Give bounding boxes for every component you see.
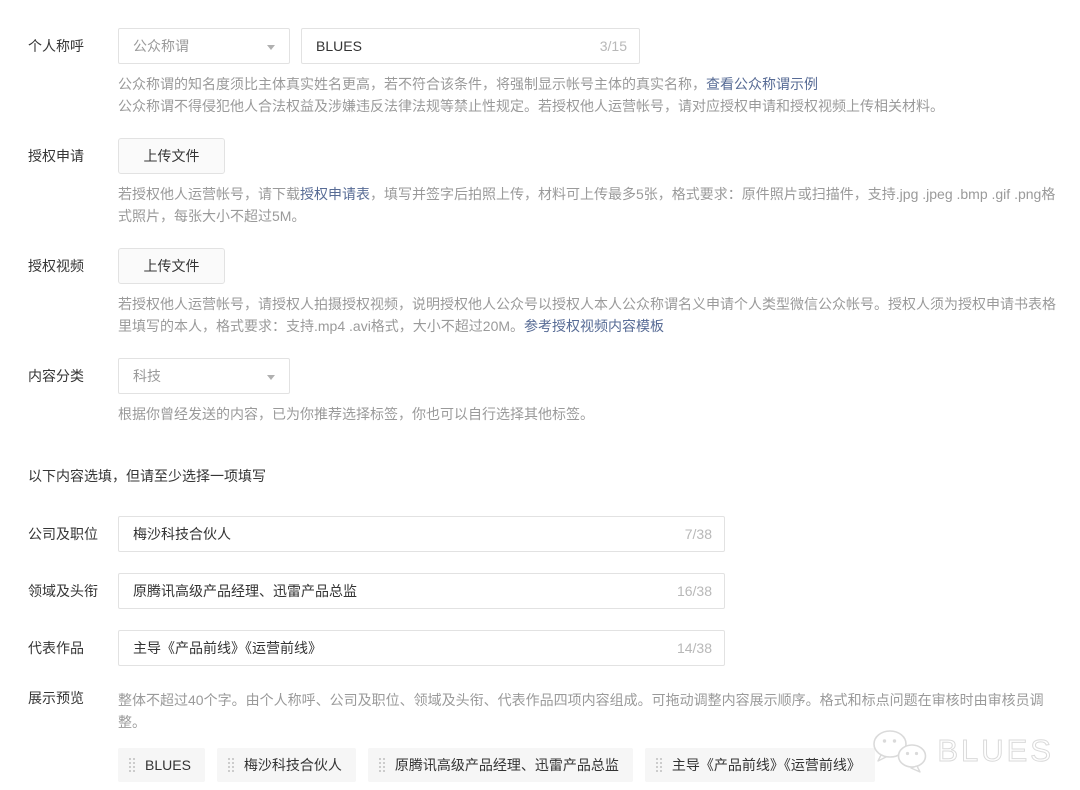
public-title-select[interactable]: 公众称谓 (118, 28, 290, 64)
wechat-logo-icon (869, 728, 931, 774)
auth-video-label: 授权视频 (28, 248, 118, 284)
content-category-select[interactable]: 科技 (118, 358, 290, 394)
row-title-field: 领域及头衔 16/38 (28, 573, 1080, 609)
chevron-down-icon (267, 375, 275, 380)
row-content-category: 内容分类 科技 根据你曾经发送的内容，已为你推荐选择标签，你也可以自行选择其他标… (28, 358, 1080, 425)
public-title-char-counter: 3/15 (600, 28, 627, 64)
preview-tag[interactable]: 主导《产品前线》《运营前线》 (645, 748, 875, 782)
row-auth-video: 授权视频 上传文件 若授权他人运营帐号，请授权人拍摄授权视频，说明授权他人公众号… (28, 248, 1080, 337)
preview-tag[interactable]: 原腾讯高级产品经理、迅雷产品总监 (368, 748, 633, 782)
title-field-char-counter: 16/38 (677, 573, 712, 609)
title-field-input-wrap: 16/38 (118, 573, 725, 609)
company-char-counter: 7/38 (685, 516, 712, 552)
preview-label: 展示预览 (28, 687, 118, 709)
drag-handle-icon[interactable] (655, 758, 663, 773)
content-category-help: 根据你曾经发送的内容，已为你推荐选择标签，你也可以自行选择其他标签。 (118, 403, 1058, 425)
content-category-select-value: 科技 (133, 368, 161, 384)
company-label: 公司及职位 (28, 516, 118, 552)
personal-title-help-line1: 公众称谓的知名度须比主体真实姓名更高，若不符合该条件，将强制显示帐号主体的真实名… (118, 73, 1058, 95)
preview-description: 整体不超过40个字。由个人称呼、公司及职位、领域及头衔、代表作品四项内容组成。可… (118, 687, 1058, 733)
row-company: 公司及职位 7/38 (28, 516, 1080, 552)
personal-title-help: 公众称谓的知名度须比主体真实姓名更高，若不符合该条件，将强制显示帐号主体的真实名… (118, 73, 1058, 117)
works-input-wrap: 14/38 (118, 630, 725, 666)
watermark-text: BLUES (937, 733, 1054, 769)
works-input[interactable] (118, 630, 725, 666)
preview-tag-label: BLUES (145, 757, 191, 773)
drag-handle-icon[interactable] (128, 758, 136, 773)
optional-section-note: 以下内容选填，但请至少选择一项填写 (28, 466, 1080, 486)
preview-tag-label: 主导《产品前线》《运营前线》 (672, 755, 861, 775)
row-auth-application: 授权申请 上传文件 若授权他人运营帐号，请下载授权申请表，填写并签字后拍照上传，… (28, 138, 1080, 227)
content-category-label: 内容分类 (28, 358, 118, 394)
auth-application-form-link[interactable]: 授权申请表 (300, 186, 370, 202)
preview-tag-label: 梅沙科技合伙人 (244, 755, 342, 775)
auth-application-upload-button[interactable]: 上传文件 (118, 138, 225, 174)
public-title-select-value: 公众称谓 (133, 38, 189, 54)
drag-handle-icon[interactable] (227, 758, 235, 773)
preview-tag-label: 原腾讯高级产品经理、迅雷产品总监 (395, 755, 619, 775)
auth-video-help: 若授权他人运营帐号，请授权人拍摄授权视频，说明授权他人公众号以授权人本人公众称谓… (118, 293, 1058, 337)
help-text: 若授权他人运营帐号，请下载 (118, 186, 300, 202)
company-input[interactable] (118, 516, 725, 552)
auth-video-upload-button[interactable]: 上传文件 (118, 248, 225, 284)
title-field-input[interactable] (118, 573, 725, 609)
blues-watermark: BLUES (869, 728, 1054, 774)
personal-title-help-line2: 公众称谓不得侵犯他人合法权益及涉嫌违反法律法规等禁止性规定。若授权他人运营帐号，… (118, 95, 1058, 117)
company-input-wrap: 7/38 (118, 516, 725, 552)
works-char-counter: 14/38 (677, 630, 712, 666)
title-field-label: 领域及头衔 (28, 573, 118, 609)
view-title-examples-link[interactable]: 查看公众称谓示例 (706, 76, 818, 92)
works-label: 代表作品 (28, 630, 118, 666)
account-settings-form: 个人称呼 公众称谓 3/15 公众称谓的知名度须比主体真实姓名更高，若不符合该条… (0, 0, 1080, 790)
auth-video-template-link[interactable]: 参考授权视频内容模板 (524, 318, 664, 334)
help-text: 公众称谓的知名度须比主体真实姓名更高，若不符合该条件，将强制显示帐号主体的真实名… (118, 76, 706, 92)
drag-handle-icon[interactable] (378, 758, 386, 773)
public-title-input[interactable] (301, 28, 640, 64)
preview-tag[interactable]: 梅沙科技合伙人 (217, 748, 356, 782)
public-title-input-wrap: 3/15 (301, 28, 640, 64)
personal-title-label: 个人称呼 (28, 28, 118, 64)
row-works: 代表作品 14/38 (28, 630, 1080, 666)
row-personal-title: 个人称呼 公众称谓 3/15 公众称谓的知名度须比主体真实姓名更高，若不符合该条… (28, 28, 1080, 117)
chevron-down-icon (267, 45, 275, 50)
preview-tag[interactable]: BLUES (118, 748, 205, 782)
auth-application-help: 若授权他人运营帐号，请下载授权申请表，填写并签字后拍照上传，材料可上传最多5张，… (118, 183, 1058, 227)
auth-application-label: 授权申请 (28, 138, 118, 174)
